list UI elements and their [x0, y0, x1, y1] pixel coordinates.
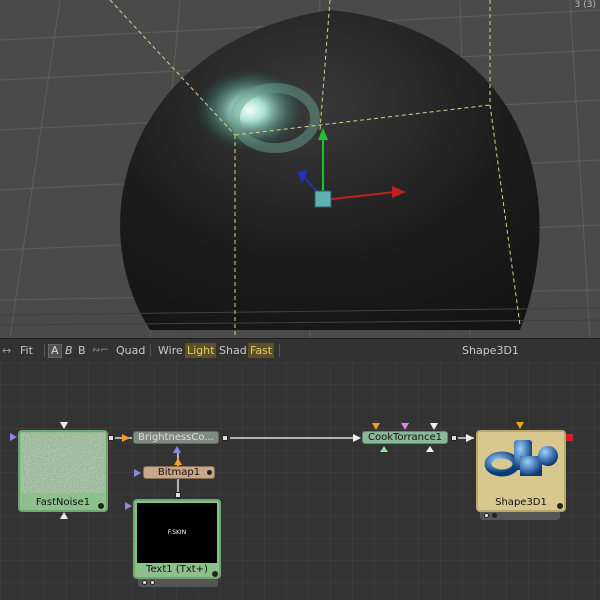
input-triangle-icon[interactable] — [122, 434, 130, 442]
wire-toggle[interactable]: Wire — [156, 343, 185, 358]
cache-dot — [484, 513, 489, 518]
shape3d-node[interactable]: Shape3D1 — [476, 430, 566, 512]
output-port[interactable] — [451, 435, 457, 441]
input-triangle-icon[interactable] — [173, 446, 181, 453]
cooktorrance-node[interactable]: CookTorrance1 — [362, 431, 448, 444]
input-triangle-icon[interactable] — [125, 502, 132, 510]
separator — [150, 344, 151, 357]
noise-thumbnail — [21, 433, 105, 493]
cache-dot — [150, 580, 155, 585]
input-triangle-icon[interactable] — [134, 469, 141, 477]
fastnoise-node[interactable]: FastNoise1 — [18, 430, 108, 512]
node-status-dot — [207, 470, 212, 475]
quad-button[interactable]: Quad — [114, 343, 147, 358]
brightnesscontrast-node[interactable]: BrightnessCo... — [133, 431, 219, 444]
input-triangle-icon[interactable] — [430, 423, 438, 430]
input-triangle-icon[interactable] — [401, 423, 409, 430]
zoom-arrows-icon[interactable]: ↔ — [0, 343, 13, 358]
light-toggle[interactable]: Light — [185, 343, 217, 358]
fast-toggle[interactable]: Fast — [248, 343, 275, 358]
input-triangle-icon[interactable] — [466, 434, 474, 442]
flow-editor[interactable]: FastNoise1 BrightnessCo... Bitmap1 F.SKI… — [0, 362, 600, 600]
fit-button[interactable]: Fit — [18, 343, 35, 358]
output-port[interactable] — [175, 492, 181, 498]
shadow-toggle[interactable]: Shad — [217, 343, 249, 358]
input-triangle-icon[interactable] — [380, 446, 388, 452]
output-port[interactable] — [566, 434, 573, 441]
input-triangle-icon[interactable] — [174, 458, 182, 465]
view-b-italic-button[interactable]: B — [63, 343, 75, 358]
sphere-object — [120, 10, 540, 330]
node-status-dot — [212, 571, 218, 577]
input-triangle-icon[interactable] — [10, 433, 17, 441]
viewed-node-label: Shape3D1 — [462, 344, 519, 357]
text-preview: F.SKIN — [167, 529, 187, 536]
viewport-toolbar: ↔ Fit A B B ∾⌐ Quad Wire Light Shad Fast… — [0, 338, 600, 363]
output-triangle-icon[interactable] — [60, 512, 68, 519]
link-views-icon[interactable]: ∾⌐ — [90, 343, 111, 358]
output-triangle-icon[interactable] — [426, 446, 434, 452]
output-port[interactable] — [108, 435, 114, 441]
cache-dot — [492, 513, 497, 518]
input-triangle-icon[interactable] — [372, 423, 380, 430]
node-footer — [480, 512, 560, 520]
viewport-corner-label: 3 (3) — [574, 0, 596, 10]
bitmap-node[interactable]: Bitmap1 — [143, 466, 215, 479]
node-status-dot — [98, 503, 104, 509]
input-triangle-icon[interactable] — [60, 422, 68, 429]
shapes-thumbnail — [484, 440, 558, 477]
text-thumbnail: F.SKIN — [137, 503, 217, 563]
viewport-canvas — [0, 0, 600, 338]
view-b-button[interactable]: B — [76, 343, 88, 358]
shape3d-label: Shape3D1 — [495, 497, 547, 508]
input-triangle-icon[interactable] — [353, 434, 361, 442]
text-label: Text1 (Txt+) — [146, 564, 208, 575]
output-port[interactable] — [222, 435, 228, 441]
node-status-dot — [557, 503, 563, 509]
fastnoise-label: FastNoise1 — [35, 497, 91, 508]
separator — [44, 344, 45, 357]
3d-viewport[interactable]: 3 (3) — [0, 0, 600, 338]
text-node[interactable]: F.SKIN Text1 (Txt+) — [133, 499, 221, 579]
input-triangle-icon[interactable] — [516, 422, 524, 429]
cache-dot — [142, 580, 147, 585]
separator — [279, 344, 280, 357]
view-a-button[interactable]: A — [48, 344, 62, 358]
node-footer — [138, 579, 218, 587]
